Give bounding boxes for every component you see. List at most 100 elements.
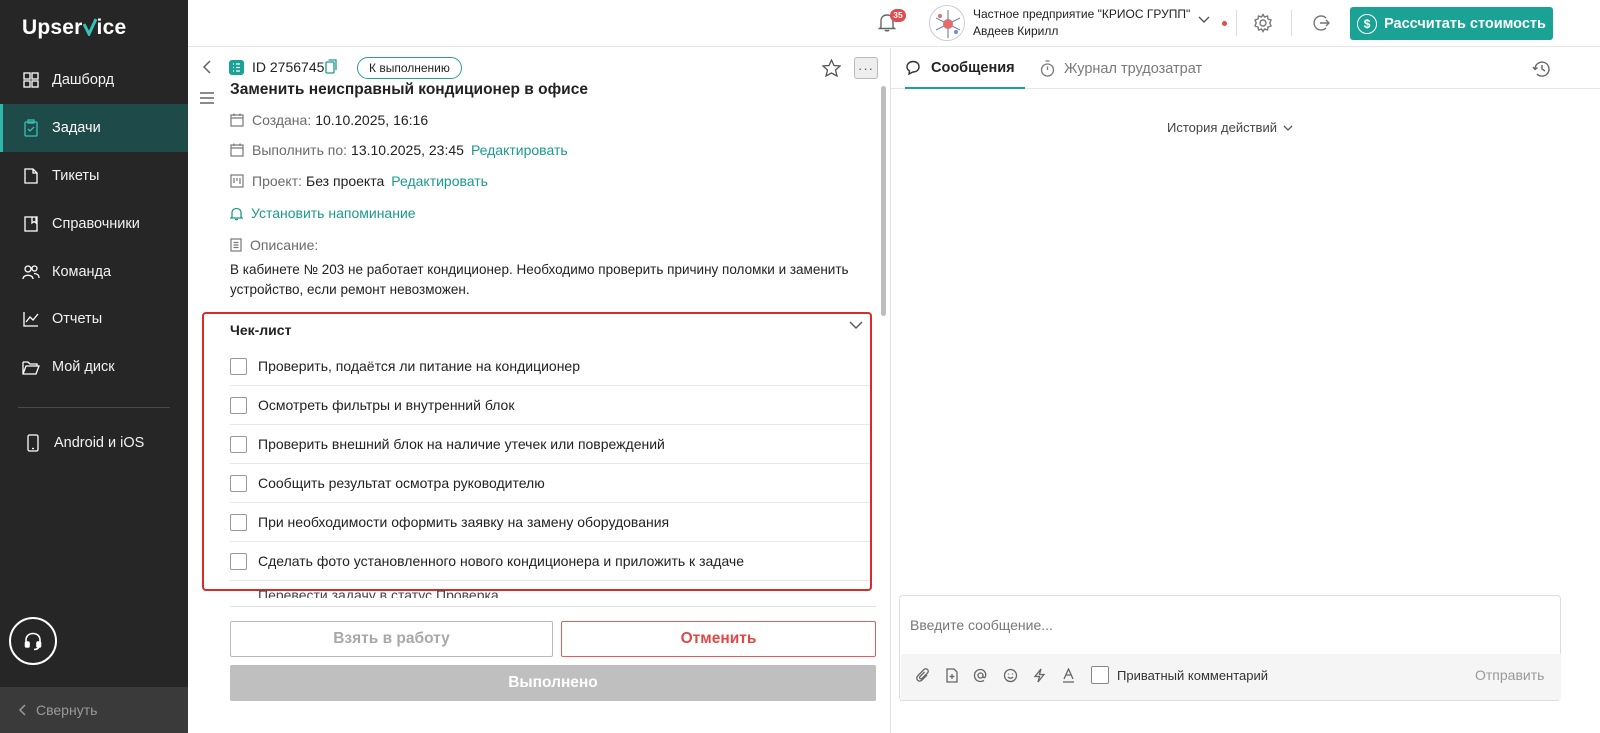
reminder-row[interactable]: Установить напоминание bbox=[230, 205, 416, 221]
task-panel: ID 2756745 К выполнению ··· Заменить неи… bbox=[188, 48, 890, 733]
history-actions-label: История действий bbox=[1167, 120, 1277, 135]
send-button[interactable]: Отправить bbox=[1475, 667, 1544, 683]
calendar-icon bbox=[230, 113, 244, 127]
checklist-item-partial[interactable]: Перевести задачу в статус Проверка bbox=[258, 588, 499, 598]
scrollbar[interactable] bbox=[881, 86, 886, 316]
project-label: Проект: bbox=[252, 173, 303, 189]
checklist-item[interactable]: Осмотреть фильтры и внутренний блок bbox=[230, 386, 870, 425]
file-icon[interactable] bbox=[946, 668, 958, 683]
sidebar-item-tickets[interactable]: Тикеты bbox=[0, 152, 188, 200]
user-name: Авдеев Кирилл bbox=[973, 24, 1059, 38]
history-icon[interactable] bbox=[1532, 59, 1552, 79]
due-row: Выполнить по: 13.10.2025, 23:45 Редактир… bbox=[230, 142, 568, 158]
chat-icon bbox=[905, 60, 922, 76]
sidebar-item-label: Мой диск bbox=[52, 359, 115, 375]
message-composer: Приватный комментарий Отправить bbox=[899, 595, 1561, 701]
sidebar-item-directories[interactable]: Справочники bbox=[0, 200, 188, 248]
cancel-button[interactable]: Отменить bbox=[561, 621, 876, 657]
sidebar-item-team[interactable]: Команда bbox=[0, 248, 188, 296]
lightning-icon[interactable] bbox=[1033, 668, 1046, 683]
checklist-item[interactable]: Сообщить результат осмотра руководителю bbox=[230, 464, 870, 503]
menu-icon[interactable] bbox=[200, 92, 214, 104]
back-icon[interactable] bbox=[202, 60, 211, 74]
sidebar: Upser ice Дашборд Задачи Тикеты Справочни… bbox=[0, 0, 188, 733]
star-icon[interactable] bbox=[822, 59, 841, 77]
take-to-work-button[interactable]: Взять в работу bbox=[230, 621, 553, 657]
tab-journal-label: Журнал трудозатрат bbox=[1064, 60, 1203, 77]
edit-project-link[interactable]: Редактировать bbox=[391, 173, 488, 189]
company-name: Частное предприятие "КРИОС ГРУПП" bbox=[973, 7, 1191, 21]
private-comment-toggle[interactable]: Приватный комментарий bbox=[1091, 666, 1268, 684]
emoji-icon[interactable] bbox=[1003, 668, 1018, 683]
actions-divider bbox=[230, 606, 876, 607]
sidebar-item-label: Тикеты bbox=[52, 168, 100, 184]
separator bbox=[1236, 10, 1237, 36]
mention-icon[interactable] bbox=[973, 668, 988, 683]
chart-icon bbox=[22, 310, 40, 328]
composer-toolbar: Приватный комментарий Отправить bbox=[901, 654, 1561, 700]
folder-icon bbox=[22, 358, 40, 376]
checkbox[interactable] bbox=[230, 552, 247, 570]
sidebar-item-dashboard[interactable]: Дашборд bbox=[0, 56, 188, 104]
private-comment-label: Приватный комментарий bbox=[1117, 667, 1269, 683]
team-icon bbox=[22, 263, 40, 281]
sidebar-item-mobile-apps[interactable]: Android и iOS bbox=[0, 419, 188, 467]
created-label: Создана: bbox=[252, 112, 312, 128]
sidebar-item-reports[interactable]: Отчеты bbox=[0, 295, 188, 343]
checkbox[interactable] bbox=[230, 513, 247, 531]
project-value: Без проекта bbox=[306, 173, 385, 189]
dashboard-icon bbox=[22, 71, 40, 89]
checkbox[interactable] bbox=[230, 396, 247, 414]
message-input[interactable] bbox=[901, 597, 1559, 653]
set-reminder-link[interactable]: Установить напоминание bbox=[251, 205, 416, 221]
account-info[interactable]: Частное предприятие "КРИОС ГРУПП" Авдеев… bbox=[973, 6, 1190, 40]
checkbox[interactable] bbox=[230, 474, 247, 492]
calculate-cost-button[interactable]: $ Рассчитать стоимость bbox=[1350, 7, 1553, 40]
collapse-sidebar-button[interactable]: Свернуть bbox=[0, 687, 188, 733]
more-options-button[interactable]: ··· bbox=[854, 57, 878, 79]
checkbox[interactable] bbox=[230, 357, 247, 375]
company-avatar[interactable] bbox=[929, 5, 965, 41]
tab-messages[interactable]: Сообщения bbox=[905, 48, 1025, 89]
task-description: В кабинете № 203 не работает кондиционер… bbox=[230, 262, 849, 297]
app-logo[interactable]: Upser ice bbox=[22, 16, 126, 40]
checkbox[interactable] bbox=[230, 435, 247, 453]
checklist-item[interactable]: Сделать фото установленного нового конди… bbox=[230, 542, 870, 581]
top-bar: 35 Частное предприятие "КРИОС ГРУПП" Авд… bbox=[188, 0, 1600, 47]
phone-icon bbox=[24, 434, 42, 452]
logout-icon[interactable] bbox=[1311, 13, 1331, 33]
text-format-icon[interactable] bbox=[1062, 668, 1075, 683]
sidebar-item-label: Задачи bbox=[52, 120, 101, 136]
sidebar-item-label: Android и iOS bbox=[54, 435, 145, 451]
checklist-item[interactable]: Проверить внешний блок на наличие утечек… bbox=[230, 425, 870, 464]
done-button[interactable]: Выполнено bbox=[230, 665, 876, 701]
chevron-down-icon[interactable] bbox=[849, 321, 863, 330]
stopwatch-icon bbox=[1040, 60, 1055, 77]
due-value: 13.10.2025, 23:45 bbox=[351, 142, 464, 158]
checklist: Чек-лист Проверить, подаётся ли питание … bbox=[202, 312, 872, 591]
copy-icon[interactable] bbox=[325, 59, 337, 74]
gear-icon[interactable] bbox=[1253, 13, 1273, 33]
bell-icon bbox=[230, 206, 243, 221]
checklist-item[interactable]: При необходимости оформить заявку на зам… bbox=[230, 503, 870, 542]
due-label: Выполнить по: bbox=[252, 142, 348, 158]
sidebar-item-my-disk[interactable]: Мой диск bbox=[0, 343, 188, 391]
created-row: Создана: 10.10.2025, 16:16 bbox=[230, 112, 435, 128]
attach-icon[interactable] bbox=[916, 668, 930, 684]
private-comment-checkbox[interactable] bbox=[1091, 666, 1109, 684]
sidebar-item-tasks[interactable]: Задачи bbox=[0, 104, 188, 152]
project-icon bbox=[230, 174, 244, 188]
tab-time-journal[interactable]: Журнал трудозатрат bbox=[1040, 48, 1202, 89]
sidebar-item-label: Отчеты bbox=[52, 311, 103, 327]
created-value: 10.10.2025, 16:16 bbox=[315, 112, 429, 128]
checklist-item[interactable]: Проверить, подаётся ли питание на кондиц… bbox=[230, 347, 870, 386]
separator bbox=[1291, 10, 1292, 36]
edit-due-link[interactable]: Редактировать bbox=[471, 142, 568, 158]
status-badge[interactable]: К выполнению bbox=[357, 57, 462, 79]
chevron-down-icon[interactable] bbox=[1198, 16, 1210, 24]
support-button[interactable] bbox=[9, 617, 57, 665]
sidebar-item-label: Команда bbox=[52, 264, 112, 280]
history-actions-toggle[interactable]: История действий bbox=[1167, 120, 1293, 135]
checklist-item-label: Осмотреть фильтры и внутренний блок bbox=[258, 397, 515, 413]
calendar-icon bbox=[230, 143, 244, 157]
